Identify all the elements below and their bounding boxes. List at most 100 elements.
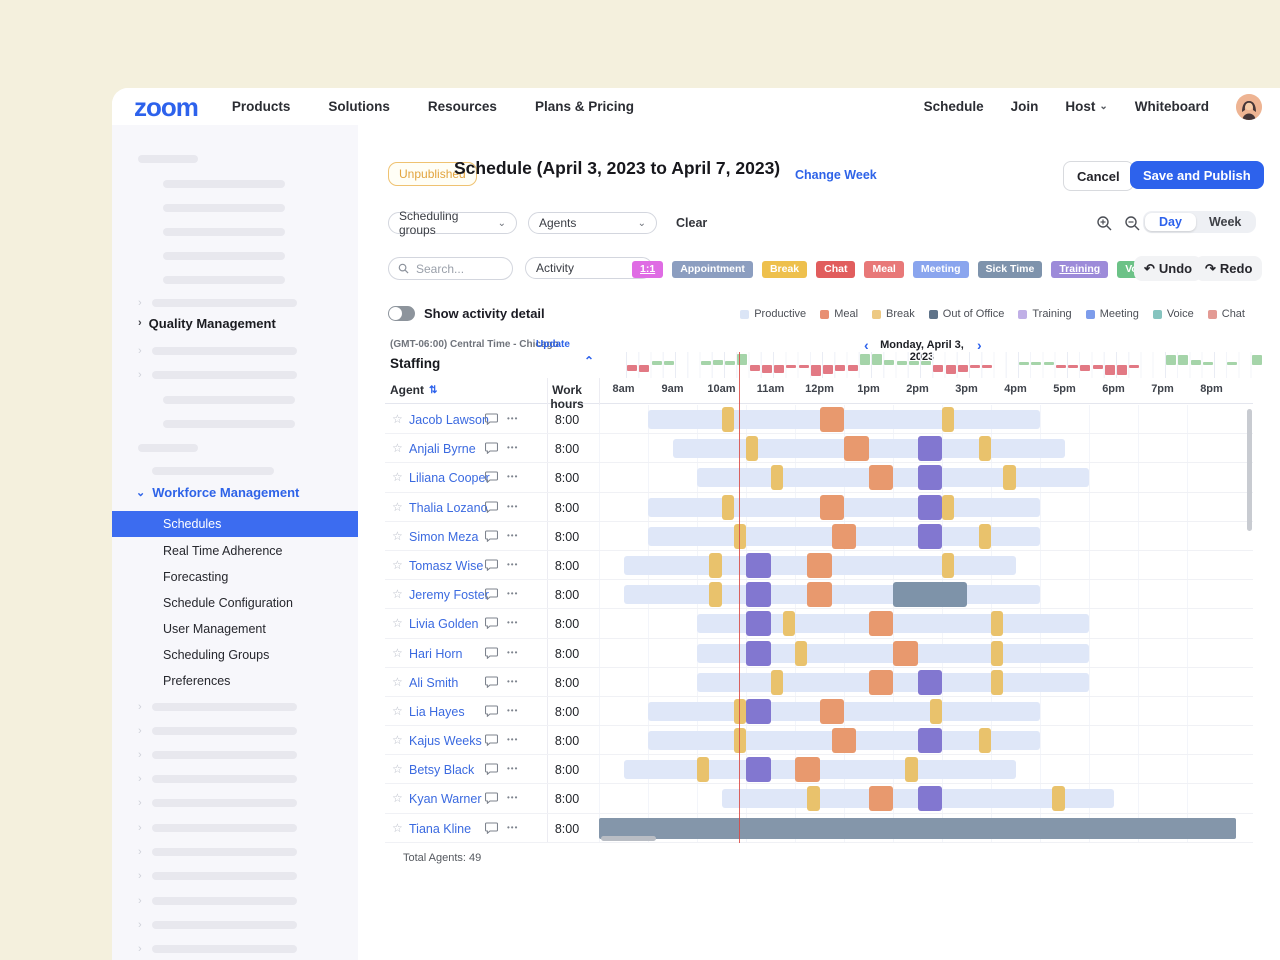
chat-bubble-icon[interactable] xyxy=(485,822,498,834)
favorite-star-icon[interactable]: ☆ xyxy=(392,412,403,426)
nav-item-host[interactable]: Host⌄ xyxy=(1065,99,1107,114)
out-of-office-bar[interactable] xyxy=(599,818,1236,839)
favorite-star-icon[interactable]: ☆ xyxy=(392,646,403,660)
save-and-publish-button[interactable]: Save and Publish xyxy=(1130,161,1264,189)
meeting-activity-block[interactable] xyxy=(918,465,943,490)
agent-name-link[interactable]: Jacob Lawson xyxy=(409,413,489,427)
meeting-activity-block[interactable] xyxy=(746,699,771,724)
meeting-activity-block[interactable] xyxy=(918,786,943,811)
activity-chip-appointment[interactable]: Appointment xyxy=(672,261,753,278)
break-activity-block[interactable] xyxy=(709,553,721,578)
tab-day[interactable]: Day xyxy=(1145,213,1196,231)
productive-shift-bar[interactable] xyxy=(648,702,1040,721)
meal-activity-block[interactable] xyxy=(807,582,832,607)
favorite-star-icon[interactable]: ☆ xyxy=(392,762,403,776)
break-activity-block[interactable] xyxy=(807,786,819,811)
break-activity-block[interactable] xyxy=(709,582,721,607)
more-options-icon[interactable]: ••• xyxy=(507,677,518,686)
favorite-star-icon[interactable]: ☆ xyxy=(392,733,403,747)
break-activity-block[interactable] xyxy=(734,699,746,724)
nav-item-schedule[interactable]: Schedule xyxy=(924,99,984,114)
more-options-icon[interactable]: ••• xyxy=(507,531,518,540)
agent-name-link[interactable]: Tiana Kline xyxy=(409,822,471,836)
staffing-collapse-button[interactable]: ⌃ xyxy=(584,354,594,368)
meeting-activity-block[interactable] xyxy=(918,670,943,695)
break-activity-block[interactable] xyxy=(979,436,991,461)
sort-icon[interactable]: ⇅ xyxy=(429,385,437,396)
more-options-icon[interactable]: ••• xyxy=(507,764,518,773)
chat-bubble-icon[interactable] xyxy=(485,705,498,717)
zoom-in-icon[interactable] xyxy=(1096,215,1113,232)
chat-bubble-icon[interactable] xyxy=(485,413,498,425)
meal-activity-block[interactable] xyxy=(844,436,869,461)
meal-activity-block[interactable] xyxy=(820,699,845,724)
zoom-logo[interactable]: zoom xyxy=(134,94,198,120)
chat-bubble-icon[interactable] xyxy=(485,588,498,600)
break-activity-block[interactable] xyxy=(771,670,783,695)
meeting-activity-block[interactable] xyxy=(746,553,771,578)
horizontal-scrollbar[interactable] xyxy=(601,836,656,841)
more-options-icon[interactable]: ••• xyxy=(507,706,518,715)
activity-chip-sick-time[interactable]: Sick Time xyxy=(978,261,1043,278)
avatar[interactable] xyxy=(1236,94,1262,120)
activity-chip-1-1[interactable]: 1:1 xyxy=(632,261,663,278)
meal-activity-block[interactable] xyxy=(869,611,894,636)
cancel-button[interactable]: Cancel xyxy=(1063,161,1134,191)
meal-activity-block[interactable] xyxy=(795,757,820,782)
activity-chip-break[interactable]: Break xyxy=(762,261,807,278)
break-activity-block[interactable] xyxy=(991,611,1003,636)
productive-shift-bar[interactable] xyxy=(673,439,1065,458)
more-options-icon[interactable]: ••• xyxy=(507,793,518,802)
more-options-icon[interactable]: ••• xyxy=(507,618,518,627)
show-activity-detail-toggle[interactable] xyxy=(388,306,415,321)
meal-activity-block[interactable] xyxy=(832,728,857,753)
agent-name-link[interactable]: Livia Golden xyxy=(409,617,479,631)
break-activity-block[interactable] xyxy=(991,641,1003,666)
chat-bubble-icon[interactable] xyxy=(485,763,498,775)
favorite-star-icon[interactable]: ☆ xyxy=(392,791,403,805)
nav-item-solutions[interactable]: Solutions xyxy=(328,99,390,114)
sidebar-item-scheduling-groups[interactable]: Scheduling Groups xyxy=(163,647,269,663)
search-input[interactable] xyxy=(414,261,498,277)
favorite-star-icon[interactable]: ☆ xyxy=(392,529,403,543)
more-options-icon[interactable]: ••• xyxy=(507,823,518,832)
agent-name-link[interactable]: Ali Smith xyxy=(409,676,458,690)
favorite-star-icon[interactable]: ☆ xyxy=(392,558,403,572)
nav-item-products[interactable]: Products xyxy=(232,99,291,114)
agent-name-link[interactable]: Lia Hayes xyxy=(409,705,465,719)
clear-filters-link[interactable]: Clear xyxy=(676,216,707,230)
break-activity-block[interactable] xyxy=(942,495,954,520)
nav-item-resources[interactable]: Resources xyxy=(428,99,497,114)
sidebar-item-quality-management[interactable]: › Quality Management xyxy=(138,315,276,331)
chat-bubble-icon[interactable] xyxy=(485,559,498,571)
favorite-star-icon[interactable]: ☆ xyxy=(392,500,403,514)
chat-bubble-icon[interactable] xyxy=(485,530,498,542)
meeting-activity-block[interactable] xyxy=(918,436,943,461)
favorite-star-icon[interactable]: ☆ xyxy=(392,470,403,484)
productive-shift-bar[interactable] xyxy=(624,760,1016,779)
more-options-icon[interactable]: ••• xyxy=(507,472,518,481)
sidebar-item-schedule-configuration[interactable]: Schedule Configuration xyxy=(163,595,293,611)
sidebar-item-forecasting[interactable]: Forecasting xyxy=(163,569,228,585)
productive-shift-bar[interactable] xyxy=(648,498,1040,517)
agent-name-link[interactable]: Liliana Cooper xyxy=(409,471,490,485)
meal-activity-block[interactable] xyxy=(869,465,894,490)
more-options-icon[interactable]: ••• xyxy=(507,560,518,569)
break-activity-block[interactable] xyxy=(991,670,1003,695)
meeting-activity-block[interactable] xyxy=(918,495,943,520)
meal-activity-block[interactable] xyxy=(820,495,845,520)
productive-shift-bar[interactable] xyxy=(624,585,1041,604)
agent-name-link[interactable]: Kajus Weeks xyxy=(409,734,482,748)
favorite-star-icon[interactable]: ☆ xyxy=(392,587,403,601)
meeting-activity-block[interactable] xyxy=(746,611,771,636)
previous-day-button[interactable]: ‹ xyxy=(864,337,869,353)
favorite-star-icon[interactable]: ☆ xyxy=(392,821,403,835)
chat-bubble-icon[interactable] xyxy=(485,617,498,629)
activity-chip-meal[interactable]: Meal xyxy=(864,261,903,278)
more-options-icon[interactable]: ••• xyxy=(507,648,518,657)
undo-button[interactable]: ↶ Undo xyxy=(1134,256,1202,281)
break-activity-block[interactable] xyxy=(1003,465,1015,490)
sidebar-item-real-time-adherence[interactable]: Real Time Adherence xyxy=(163,543,283,559)
meeting-activity-block[interactable] xyxy=(746,641,771,666)
ooo-activity-block[interactable] xyxy=(893,582,967,607)
